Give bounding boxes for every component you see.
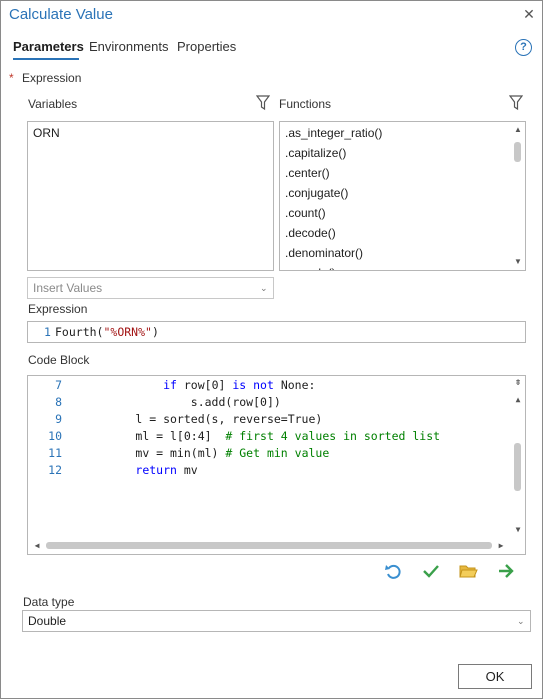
variables-filter-icon[interactable] [256,95,270,111]
scrollbar-thumb[interactable] [514,142,521,162]
code-line: 7 if row[0] is not None: [28,377,508,394]
function-item[interactable]: .conjugate() [285,183,348,203]
code-line: 12 return mv [28,462,508,479]
undo-icon[interactable] [383,561,403,581]
functions-label: Functions [279,97,332,111]
code-line: 8 s.add(row[0]) [28,394,508,411]
insert-values-dropdown[interactable]: Insert Values ⌄ [27,277,274,299]
scrollbar-thumb[interactable] [514,443,521,491]
insert-values-placeholder: Insert Values [33,281,103,295]
function-item[interactable]: .center() [285,163,330,183]
variables-label: Variables [28,97,78,111]
functions-list[interactable]: .as_integer_ratio() .capitalize() .cente… [279,121,526,271]
scroll-right-icon[interactable]: ▶ [495,541,507,551]
scrollbar-thumb[interactable] [46,542,492,549]
line-number: 9 [55,412,62,426]
expression-editor[interactable]: 1 Fourth("%ORN%") [27,321,526,343]
scroll-down-icon[interactable]: ▼ [512,525,524,535]
scroll-up-icon[interactable]: ▲ [512,125,524,135]
code-block-label: Code Block [28,353,90,367]
code-text: s.add(row[0]) [190,395,281,409]
data-type-dropdown[interactable]: Double ⌄ [22,610,531,632]
variables-list[interactable]: ORN [27,121,274,271]
dialog-title: Calculate Value [9,6,113,23]
function-item[interactable]: .as_integer_ratio() [285,123,382,143]
code-text: return mv [135,463,198,477]
function-item[interactable]: .capitalize() [285,143,346,163]
function-item[interactable]: .encode() [285,263,336,270]
chevron-down-icon: ⌄ [517,616,525,626]
code-text: if row[0] is not None: [163,378,316,392]
scroll-left-icon[interactable]: ◀ [31,541,43,551]
code-text: ml = l[0:4] # first 4 values in sorted l… [135,429,441,443]
chevron-down-icon: ⌄ [260,283,268,293]
variable-item-orn[interactable]: ORN [33,123,60,143]
expression-text: Fourth("%ORN%") [55,325,159,339]
help-icon[interactable]: ? [515,39,532,56]
code-horizontal-scrollbar[interactable]: ◀ ▶ [29,539,509,553]
functions-scrollbar[interactable]: ▲ ▼ [510,122,525,270]
data-type-label: Data type [23,595,75,609]
code-text: l = sorted(s, reverse=True) [135,412,323,426]
split-icon[interactable]: ⇟ [512,376,524,387]
calculate-value-dialog: Calculate Value ✕ Parameters Environment… [0,0,543,699]
expression-label: Expression [28,302,88,316]
close-icon[interactable]: ✕ [520,5,538,23]
scroll-down-icon[interactable]: ▼ [512,257,524,267]
tab-properties[interactable]: Properties [177,39,236,54]
code-line: 11 mv = min(ml) # Get min value [28,445,508,462]
line-number: 11 [48,446,62,460]
code-lines: 7 if row[0] is not None: 8 s.add(row[0]) 9… [28,376,508,536]
function-item[interactable]: .count() [285,203,326,223]
line-number: 7 [55,378,62,392]
code-line: 10 ml = l[0:4] # first 4 values in sorte… [28,428,508,445]
code-vertical-scrollbar[interactable]: ⇟ ▲ ▼ [510,376,525,537]
verify-checkmark-icon[interactable] [421,561,441,581]
code-line: 9 l = sorted(s, reverse=True) [28,411,508,428]
tab-parameters[interactable]: Parameters [13,39,84,54]
line-number: 8 [55,395,62,409]
functions-filter-icon[interactable] [509,95,523,111]
scroll-up-icon[interactable]: ▲ [512,395,524,405]
code-block-editor[interactable]: 7 if row[0] is not None: 8 s.add(row[0]) 9… [27,375,526,555]
expression-line-number: 1 [44,325,51,339]
active-tab-indicator [13,58,79,60]
ok-button[interactable]: OK [458,664,532,689]
expression-section-label: Expression [22,71,82,85]
data-type-value: Double [28,614,67,628]
open-folder-icon[interactable] [458,561,478,581]
run-arrow-icon[interactable] [496,561,516,581]
function-item[interactable]: .denominator() [285,243,363,263]
tab-environments[interactable]: Environments [89,39,168,54]
required-marker: * [9,71,14,85]
function-item[interactable]: .decode() [285,223,336,243]
line-number: 12 [48,463,62,477]
code-text: mv = min(ml) # Get min value [135,446,330,460]
line-number: 10 [48,429,62,443]
